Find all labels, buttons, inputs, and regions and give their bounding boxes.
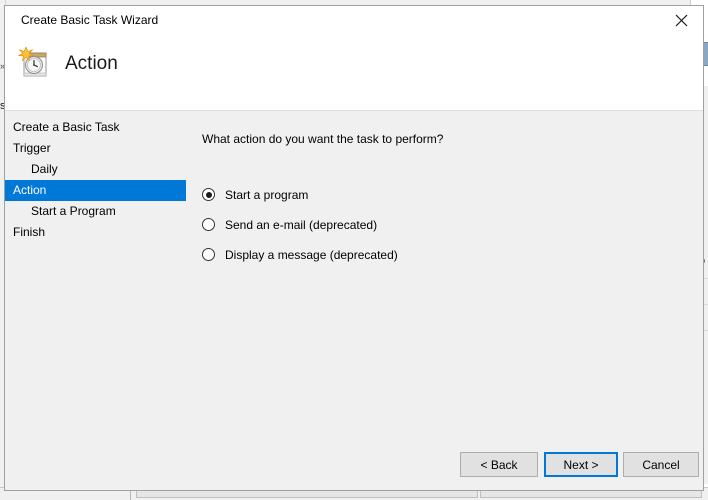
close-button[interactable] xyxy=(659,6,703,35)
wizard-content: What action do you want the task to perf… xyxy=(202,111,693,273)
next-button[interactable]: Next > xyxy=(544,452,618,477)
sidebar-item-create-a-basic-task[interactable]: Create a Basic Task xyxy=(5,117,195,138)
radio-button-icon xyxy=(202,248,215,261)
dialog-header-band: Action xyxy=(5,36,703,111)
action-question: What action do you want the task to perf… xyxy=(202,132,444,146)
create-basic-task-wizard-dialog: Create Basic Task Wizard Action Create a… xyxy=(4,5,704,491)
radio-label-start-a-program: Start a program xyxy=(225,187,309,202)
sidebar-item-trigger[interactable]: Trigger xyxy=(5,138,195,159)
dialog-footer: < Back Next > Cancel xyxy=(5,446,703,490)
cancel-button[interactable]: Cancel xyxy=(623,452,699,477)
sidebar-item-action[interactable]: Action xyxy=(5,180,186,201)
radio-label-display-a-message: Display a message (deprecated) xyxy=(225,247,398,262)
sidebar-item-daily[interactable]: Daily xyxy=(5,159,195,180)
radio-button-icon xyxy=(202,218,215,231)
close-icon xyxy=(675,14,688,27)
dialog-titlebar[interactable]: Create Basic Task Wizard xyxy=(5,6,703,36)
radio-button-icon xyxy=(202,188,215,201)
wizard-step-nav: Create a Basic Task Trigger Daily Action… xyxy=(5,117,195,243)
dialog-body: Create a Basic Task Trigger Daily Action… xyxy=(5,111,703,446)
radio-label-send-an-email: Send an e-mail (deprecated) xyxy=(225,217,378,232)
sidebar-item-finish[interactable]: Finish xyxy=(5,222,195,243)
back-button[interactable]: < Back xyxy=(460,452,538,477)
task-calendar-clock-icon xyxy=(17,46,53,82)
radio-option-display-a-message[interactable]: Display a message (deprecated) xyxy=(202,243,693,266)
sidebar-item-start-a-program[interactable]: Start a Program xyxy=(5,201,195,222)
action-radio-group: Start a program Send an e-mail (deprecat… xyxy=(202,183,693,266)
radio-option-start-a-program[interactable]: Start a program xyxy=(202,183,693,206)
radio-option-send-an-email[interactable]: Send an e-mail (deprecated) xyxy=(202,213,693,236)
page-title: Action xyxy=(65,53,118,74)
dialog-title: Create Basic Task Wizard xyxy=(21,13,159,27)
